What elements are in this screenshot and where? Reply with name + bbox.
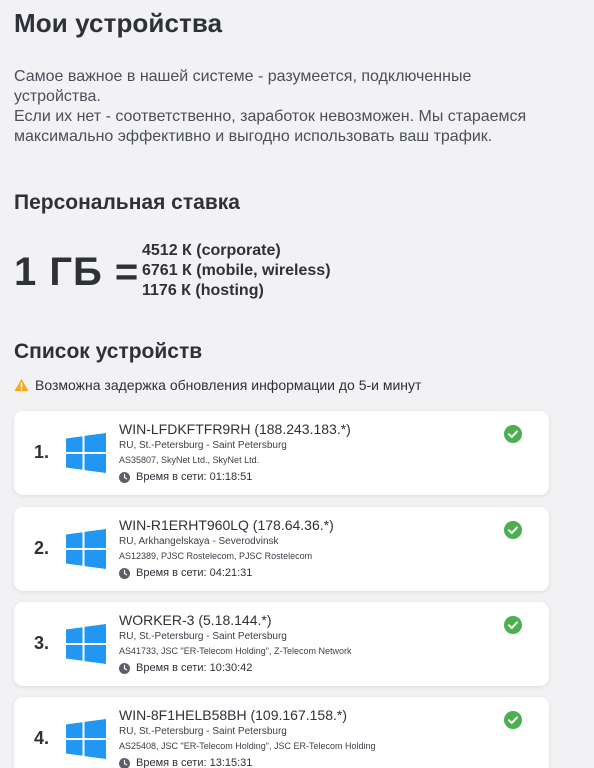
device-card[interactable]: 2. WIN-R1ERHT960LQ (178.64.36.*) RU, Ark…: [14, 507, 549, 591]
device-uptime: Время в сети: 13:15:31: [119, 757, 252, 768]
page: Мои устройства Самое важное в нашей сист…: [0, 0, 594, 768]
intro-line-1: Самое важное в нашей системе - разумеетс…: [14, 68, 472, 105]
device-title: WIN-R1ERHT960LQ (178.64.36.*): [119, 517, 334, 533]
check-circle-icon: [504, 711, 522, 729]
device-location: RU, St.-Petersburg - Saint Petersburg: [119, 726, 287, 737]
uptime-text: Время в сети: 13:15:31: [136, 757, 253, 768]
uptime-text: Время в сети: 01:18:51: [136, 471, 253, 483]
device-title: WORKER-3 (5.18.144.*): [119, 612, 272, 628]
rate-values: 4512 К (corporate) 6761 К (mobile, wirel…: [142, 241, 331, 301]
warning-text: Возможна задержка обновления информации …: [35, 377, 422, 393]
intro-line-2: Если их нет - соответственно, заработок …: [14, 108, 527, 145]
check-circle-icon: [504, 425, 522, 443]
device-card[interactable]: 4. WIN-8F1HELB58BH (109.167.158.*) RU, S…: [14, 697, 549, 768]
rate-unit: 1 ГБ =: [14, 250, 140, 294]
check-circle-icon: [504, 616, 522, 634]
device-number: 1.: [34, 442, 50, 462]
windows-logo-icon: [66, 624, 106, 664]
rate-line-corporate: 4512 К (corporate): [142, 242, 281, 259]
windows-logo-icon: [66, 433, 106, 473]
device-card[interactable]: 1. WIN-LFDKFTFR9RH (188.243.183.*) RU, S…: [14, 411, 549, 495]
devices-heading: Список устройств: [14, 340, 203, 363]
device-title: WIN-8F1HELB58BH (109.167.158.*): [119, 707, 347, 723]
device-uptime: Время в сети: 01:18:51: [119, 471, 252, 483]
device-number: 2.: [34, 538, 50, 558]
clock-icon: [119, 471, 130, 483]
page-title: Мои устройства: [14, 8, 223, 38]
check-circle-icon: [504, 521, 522, 539]
device-location: RU, Arkhangelskaya - Severodvinsk: [119, 536, 279, 547]
device-location: RU, St.-Petersburg - Saint Petersburg: [119, 631, 287, 642]
device-card[interactable]: 3. WORKER-3 (5.18.144.*) RU, St.-Petersb…: [14, 602, 549, 686]
windows-logo-icon: [66, 719, 106, 759]
device-provider: AS35807, SkyNet Ltd., SkyNet Ltd.: [119, 455, 260, 465]
intro-text: Самое важное в нашей системе - разумеетс…: [14, 67, 554, 147]
device-provider: AS25408, JSC "ER-Telecom Holding", JSC E…: [119, 741, 376, 751]
uptime-text: Время в сети: 10:30:42: [136, 662, 253, 674]
device-title: WIN-LFDKFTFR9RH (188.243.183.*): [119, 421, 351, 437]
clock-icon: [119, 662, 130, 674]
device-uptime: Время в сети: 10:30:42: [119, 662, 252, 674]
rate-line-hosting: 1176 К (hosting): [142, 282, 264, 299]
device-location: RU, St.-Petersburg - Saint Petersburg: [119, 440, 287, 451]
clock-icon: [119, 567, 130, 579]
warning-triangle-icon: [14, 378, 29, 392]
windows-logo-icon: [66, 529, 106, 569]
device-number: 4.: [34, 728, 50, 748]
update-delay-warning: Возможна задержка обновления информации …: [14, 377, 421, 393]
device-uptime: Время в сети: 04:21:31: [119, 567, 252, 579]
device-provider: AS41733, JSC "ER-Telecom Holding", Z-Tel…: [119, 646, 352, 656]
device-number: 3.: [34, 633, 50, 653]
rate-line-mobile: 6761 К (mobile, wireless): [142, 262, 331, 279]
clock-icon: [119, 757, 130, 768]
rate-heading: Персональная ставка: [14, 191, 240, 214]
device-provider: AS12389, PJSC Rostelecom, PJSC Rosteleco…: [119, 551, 313, 561]
uptime-text: Время в сети: 04:21:31: [136, 567, 253, 579]
